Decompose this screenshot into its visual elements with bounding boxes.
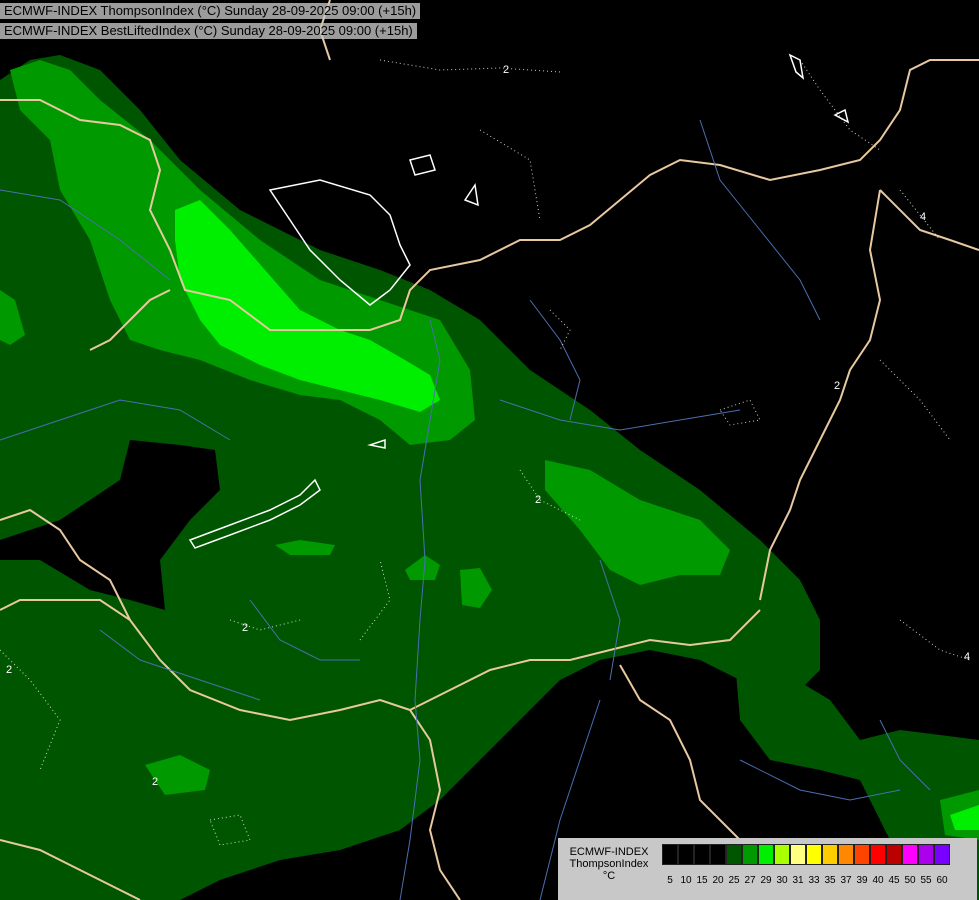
legend-unit: °C [602, 870, 616, 882]
legend-tick: 15 [696, 875, 708, 886]
legend-swatch [918, 844, 934, 865]
legend-tick: 60 [936, 875, 948, 886]
contour-label: 2 [503, 64, 509, 76]
legend-swatches [662, 844, 950, 865]
legend-swatch [694, 844, 710, 865]
legend-swatch [902, 844, 918, 865]
map-stage: 2 2 2 2 2 2 4 4 ECMWF-INDEX ThompsonInde… [0, 0, 979, 900]
contour-label: 4 [920, 211, 926, 223]
legend-parameter: ThompsonIndex [569, 858, 649, 870]
contour-label: 2 [152, 776, 158, 788]
legend-swatch [742, 844, 758, 865]
legend-tick: 39 [856, 875, 868, 886]
legend-tick: 50 [904, 875, 916, 886]
legend-label: ECMWF-INDEX ThompsonIndex °C [561, 846, 657, 882]
forecast-map: 2 2 2 2 2 2 4 4 [0, 0, 979, 900]
legend-swatch [838, 844, 854, 865]
legend-tick: 20 [712, 875, 724, 886]
legend-swatch [854, 844, 870, 865]
legend-swatch [710, 844, 726, 865]
legend-swatch [678, 844, 694, 865]
legend-swatch [774, 844, 790, 865]
contour-label: 2 [242, 622, 248, 634]
map-title-lifted-index: ECMWF-INDEX BestLiftedIndex (°C) Sunday … [0, 23, 417, 39]
legend-ticks: 5 10 15 20 25 27 29 30 31 33 35 37 39 40 45 50 55 60 [662, 875, 950, 887]
legend-tick: 25 [728, 875, 740, 886]
legend-tick: 27 [744, 875, 756, 886]
map-title-thompson: ECMWF-INDEX ThompsonIndex (°C) Sunday 28… [0, 3, 421, 19]
legend-swatch [886, 844, 902, 865]
legend-model: ECMWF-INDEX [569, 846, 649, 858]
legend-tick: 40 [872, 875, 884, 886]
legend-tick: 37 [840, 875, 852, 886]
legend-tick: 55 [920, 875, 932, 886]
legend-swatch [758, 844, 774, 865]
legend-swatch [822, 844, 838, 865]
color-legend: ECMWF-INDEX ThompsonIndex °C 5 10 15 20 25 27… [558, 838, 977, 900]
legend-tick: 31 [792, 875, 804, 886]
contour-label: 2 [535, 494, 541, 506]
legend-swatch [934, 844, 950, 865]
legend-swatch [790, 844, 806, 865]
legend-tick: 45 [888, 875, 900, 886]
contour-label: 2 [6, 664, 12, 676]
legend-swatch [662, 844, 678, 865]
legend-swatch [726, 844, 742, 865]
legend-swatch [806, 844, 822, 865]
contour-label: 2 [834, 380, 840, 392]
legend-tick: 30 [776, 875, 788, 886]
legend-tick: 35 [824, 875, 836, 886]
legend-tick: 5 [667, 875, 673, 886]
legend-tick: 29 [760, 875, 772, 886]
legend-tick: 33 [808, 875, 820, 886]
contour-label: 4 [964, 651, 970, 663]
legend-tick: 10 [680, 875, 692, 886]
legend-swatch [870, 844, 886, 865]
